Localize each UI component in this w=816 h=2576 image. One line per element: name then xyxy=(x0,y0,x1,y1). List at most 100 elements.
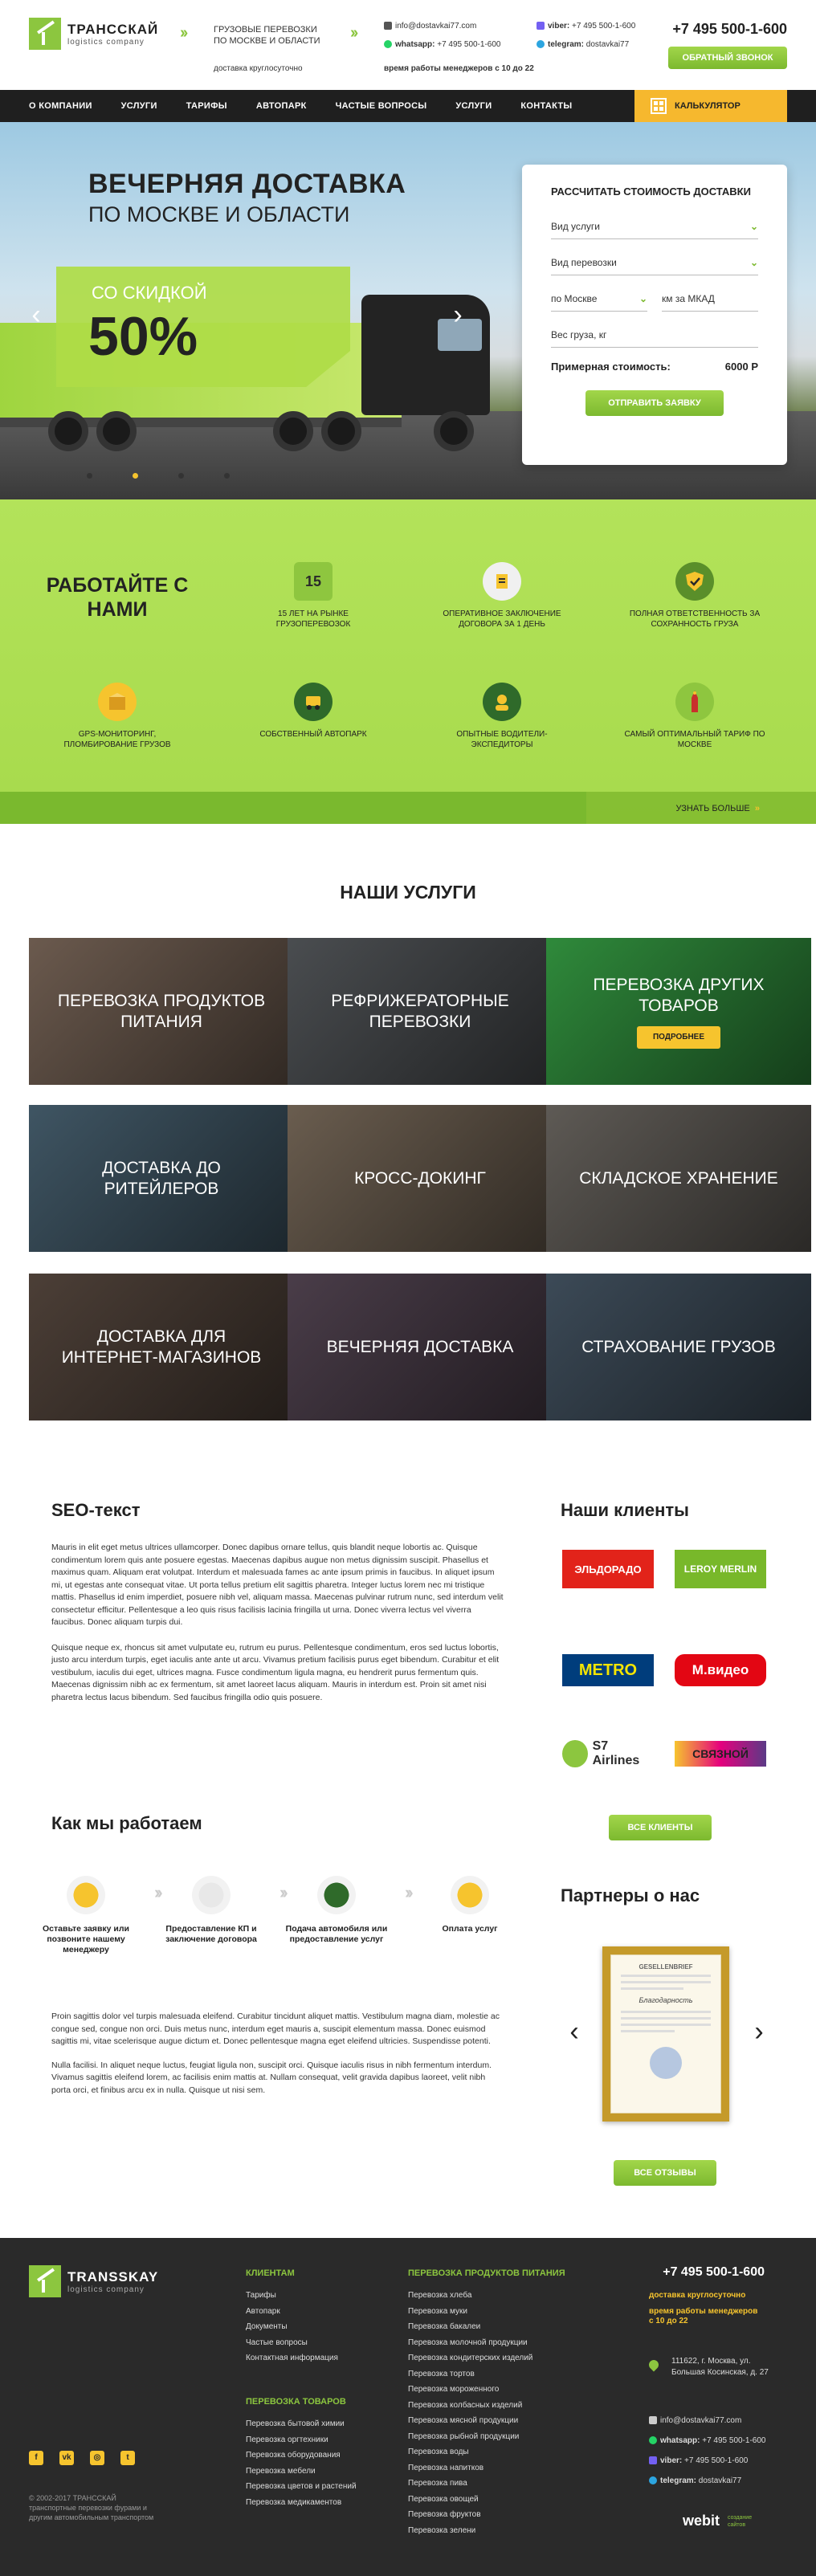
footer-link[interactable]: Перевозка хлеба xyxy=(408,2288,532,2304)
footer-link[interactable]: Перевозка молочной продукции xyxy=(408,2335,532,2351)
calculator-icon xyxy=(651,98,667,114)
footer-link[interactable]: Перевозка бытовой химии xyxy=(246,2416,357,2432)
footer-link[interactable]: Перевозка напитков xyxy=(408,2460,532,2476)
footer-link[interactable]: Перевозка овощей xyxy=(408,2492,532,2508)
footer-link[interactable]: Перевозка колбасных изделий xyxy=(408,2398,532,2414)
slider-dot[interactable] xyxy=(178,473,184,479)
whatsapp-number: +7 495 500-1-600 xyxy=(437,40,501,49)
client-logo-leroy-merlin: LEROY MERLIN xyxy=(675,1550,766,1588)
twitter-icon[interactable]: t xyxy=(120,2451,135,2465)
footer-link[interactable]: Перевозка оргтехники xyxy=(246,2432,357,2448)
service-card[interactable]: КРОСС-ДОКИНГ xyxy=(288,1105,553,1252)
send-request-button[interactable]: ОТПРАВИТЬ ЗАЯВКУ xyxy=(585,390,724,416)
footer-logo[interactable]: TRANSSKAY logistics company xyxy=(29,2265,158,2297)
nav-item-contacts[interactable]: КОНТАКТЫ xyxy=(506,101,586,111)
nav-item-services-2[interactable]: УСЛУГИ xyxy=(441,101,506,111)
chevron-down-icon: ⌄ xyxy=(749,256,758,268)
slider-prev-icon[interactable]: ‹ xyxy=(24,299,48,331)
callback-button[interactable]: ОБРАТНЫЙ ЗВОНОК xyxy=(668,47,787,69)
review-certificate[interactable]: GESELLENBRIEF Благодарность xyxy=(602,1946,729,2122)
seo-title: SEO-текст xyxy=(51,1500,141,1520)
footer-link[interactable]: Перевозка фруктов xyxy=(408,2507,532,2523)
header-whatsapp[interactable]: whatsapp: +7 495 500-1-600 xyxy=(384,40,500,49)
header-telegram[interactable]: telegram: dostavkai77 xyxy=(537,40,629,49)
footer-telegram[interactable]: telegram: dostavkai77 xyxy=(649,2476,741,2485)
slider-dot[interactable] xyxy=(87,473,92,479)
footer-link[interactable]: Контактная информация xyxy=(246,2350,338,2366)
benefit-item: ОПЫТНЫЕ ВОДИТЕЛИ-ЭКСПЕДИТОРЫ xyxy=(430,683,574,750)
service-card[interactable]: РЕФРИЖЕРАТОРНЫЕ ПЕРЕВОЗКИ xyxy=(288,938,553,1085)
benefit-label: ПОЛНАЯ ОТВЕТСТВЕННОСТЬ ЗА СОХРАННОСТЬ ГР… xyxy=(629,609,761,629)
nav-item-tariffs[interactable]: ТАРИФЫ xyxy=(172,101,242,111)
calculator-button[interactable]: КАЛЬКУЛЯТОР xyxy=(634,90,787,122)
region-select[interactable]: по Москве ⌄ xyxy=(551,286,647,312)
footer-link[interactable]: Перевозка рыбной продукции xyxy=(408,2429,532,2445)
footer-link[interactable]: Перевозка медикаментов xyxy=(246,2495,357,2511)
instagram-icon[interactable]: ◎ xyxy=(90,2451,104,2465)
more-button[interactable]: ПОДРОБНЕЕ xyxy=(636,1025,721,1049)
seo-paragraph: Quisque neque ex, rhoncus sit amet vulpu… xyxy=(51,1642,500,1702)
footer-link[interactable]: Перевозка воды xyxy=(408,2444,532,2460)
footer-link[interactable]: Частые вопросы xyxy=(246,2335,338,2351)
service-card[interactable]: ДОСТАВКА ДЛЯ ИНТЕРНЕТ-МАГАЗИНОВ xyxy=(29,1274,294,1420)
all-clients-button[interactable]: ВСЕ КЛИЕНТЫ xyxy=(609,1815,712,1840)
footer-link[interactable]: Документы xyxy=(246,2319,338,2335)
footer-link[interactable]: Перевозка цветов и растений xyxy=(246,2479,357,2495)
footer-phone[interactable]: +7 495 500-1-600 xyxy=(663,2265,765,2280)
nav-item-faq[interactable]: ЧАСТЫЕ ВОПРОСЫ xyxy=(321,101,442,111)
developer-logo[interactable]: webit xyxy=(683,2513,720,2529)
footer-link[interactable]: Перевозка мясной продукции xyxy=(408,2413,532,2429)
header-email[interactable]: info@dostavkai77.com xyxy=(384,22,476,31)
footer-link[interactable]: Перевозка зелени xyxy=(408,2523,532,2539)
nav-item-services[interactable]: УСЛУГИ xyxy=(107,101,172,111)
service-select[interactable]: Вид услуги ⌄ xyxy=(551,214,758,239)
learn-more-link[interactable]: УЗНАТЬ БОЛЬШЕ » xyxy=(676,804,760,813)
service-card[interactable]: ПЕРЕВОЗКА ПРОДУКТОВ ПИТАНИЯ xyxy=(29,938,294,1085)
telegram-handle: dostavkai77 xyxy=(698,2476,742,2485)
benefits-title: РАБОТАЙТЕ С НАМИ xyxy=(46,574,189,621)
nav-item-about[interactable]: О КОМПАНИИ xyxy=(14,101,107,111)
footer-link[interactable]: Перевозка пива xyxy=(408,2476,532,2492)
chevron-down-icon: ⌄ xyxy=(749,220,758,232)
developer-sub: создание сайтов xyxy=(728,2515,753,2528)
header-viber[interactable]: viber: +7 495 500-1-600 xyxy=(537,22,635,31)
footer-whatsapp[interactable]: whatsapp: +7 495 500-1-600 xyxy=(649,2436,765,2445)
service-card[interactable]: ДОСТАВКА ДО РИТЕЙЛЕРОВ xyxy=(29,1105,294,1252)
footer-link[interactable]: Перевозка оборудования xyxy=(246,2448,357,2464)
footer-link[interactable]: Тарифы xyxy=(246,2288,338,2304)
footer-link[interactable]: Автопарк xyxy=(246,2304,338,2320)
distance-input[interactable]: км за МКАД xyxy=(662,286,758,312)
service-card[interactable]: СТРАХОВАНИЕ ГРУЗОВ xyxy=(546,1274,811,1420)
reviews-prev-icon[interactable]: ‹ xyxy=(562,2016,586,2048)
footer-link[interactable]: Перевозка тортов xyxy=(408,2366,532,2382)
tagline-line1: ГРУЗОВЫЕ ПЕРЕВОЗКИ xyxy=(214,25,317,35)
header-phone[interactable]: +7 495 500-1-600 xyxy=(672,21,787,38)
footer-brand-sub: logistics company xyxy=(67,2285,145,2294)
transport-select[interactable]: Вид перевозки ⌄ xyxy=(551,250,758,275)
slider-next-icon[interactable]: › xyxy=(446,299,470,331)
footer-viber[interactable]: viber: +7 495 500-1-600 xyxy=(649,2456,748,2465)
all-reviews-button[interactable]: ВСЕ ОТЗЫВЫ xyxy=(614,2160,716,2186)
slider-dot[interactable] xyxy=(224,473,230,479)
footer-link[interactable]: Перевозка мебели xyxy=(246,2464,357,2480)
service-card-label: ДОСТАВКА ДО РИТЕЙЛЕРОВ xyxy=(102,1158,221,1198)
footer-link[interactable]: Перевозка мороженного xyxy=(408,2382,532,2398)
facebook-icon[interactable]: f xyxy=(29,2451,43,2465)
service-card[interactable]: ПЕРЕВОЗКА ДРУГИХ ТОВАРОВ ПОДРОБНЕЕ xyxy=(546,938,811,1085)
benefit-label: САМЫЙ ОПТИМАЛЬНЫЙ ТАРИФ ПО МОСКВЕ xyxy=(624,730,765,749)
brand-logo[interactable]: ТРАНССКАЙ logistics company xyxy=(29,18,158,50)
slider-dot-active[interactable] xyxy=(133,473,138,479)
service-card[interactable]: СКЛАДСКОЕ ХРАНЕНИЕ xyxy=(546,1105,811,1252)
weight-input[interactable]: Вес груза, кг xyxy=(551,322,758,348)
footer-link[interactable]: Перевозка бакалеи xyxy=(408,2319,532,2335)
vk-icon[interactable]: vk xyxy=(59,2451,74,2465)
request-icon xyxy=(67,1876,105,1914)
footer-link[interactable]: Перевозка кондитерских изделий xyxy=(408,2350,532,2366)
reviews-next-icon[interactable]: › xyxy=(747,2016,771,2048)
hours-note: доставка круглосуточно xyxy=(214,64,303,73)
nav-item-fleet[interactable]: АВТОПАРК xyxy=(242,101,321,111)
certificate-inner: GESELLENBRIEF Благодарность xyxy=(610,1954,721,2113)
footer-link[interactable]: Перевозка муки xyxy=(408,2304,532,2320)
service-card[interactable]: ВЕЧЕРНЯЯ ДОСТАВКА xyxy=(288,1274,553,1420)
footer-email[interactable]: info@dostavkai77.com xyxy=(649,2416,741,2425)
